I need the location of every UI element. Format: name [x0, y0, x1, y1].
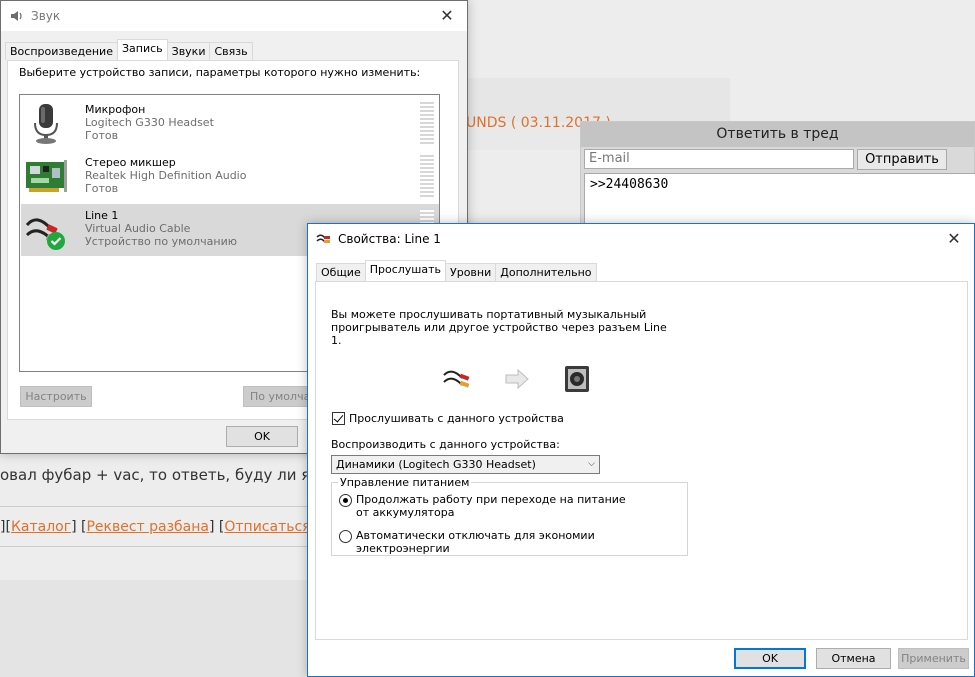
tab-recording[interactable]: Запись	[116, 39, 168, 60]
catalog-link[interactable]: Каталог	[11, 519, 71, 535]
device-driver: Realtek High Definition Audio	[85, 169, 247, 182]
send-button[interactable]: Отправить	[857, 149, 947, 170]
listen-flow-illustration	[443, 366, 589, 392]
listen-description: Вы можете прослушивать портативный музык…	[331, 308, 667, 347]
prompt-text: Выберите устройство записи, параметры ко…	[19, 66, 421, 79]
listen-checkbox-label: Прослушивать с данного устройства	[349, 412, 564, 425]
list-item[interactable]: Стерео микшер Realtek High Definition Au…	[21, 151, 439, 203]
tab-general[interactable]: Общие	[316, 263, 366, 281]
playback-device-value: Динамики (Logitech G330 Headset)	[336, 458, 536, 471]
audio-cable-icon	[25, 218, 65, 250]
speaker-device-icon	[565, 366, 589, 392]
email-field[interactable]: E-mail	[584, 149, 854, 169]
tab-playback[interactable]: Воспроизведение	[5, 42, 118, 60]
chevron-down-icon: ⌵	[588, 459, 595, 469]
tab-listen[interactable]: Прослушать	[364, 260, 447, 281]
playback-device-label: Воспроизводить с данного устройства:	[331, 438, 560, 451]
power-option-label: Автоматически отключать для экономии эле…	[356, 529, 595, 555]
reply-form: Ответить в тред E-mail Отправить >>24408…	[580, 121, 975, 231]
device-status: Готов	[85, 182, 119, 195]
device-name: Стерео микшер	[85, 156, 176, 169]
microphone-icon	[34, 104, 58, 144]
level-meter	[420, 155, 434, 199]
power-option-label: Продолжать работу при переходе на питани…	[356, 493, 626, 519]
cancel-button[interactable]: Отмена	[816, 648, 891, 669]
sound-card-icon	[26, 160, 67, 192]
window-title: Свойства: Line 1	[338, 232, 441, 246]
title-bar[interactable]: Звук ✕	[1, 1, 467, 31]
title-bar[interactable]: Свойства: Line 1 ✕	[308, 224, 974, 254]
listen-checkbox[interactable]	[332, 412, 345, 425]
post-text: овал фубар + vac, то ответь, буду ли я с…	[0, 466, 333, 484]
post-divider	[0, 546, 320, 547]
ok-button[interactable]: OK	[226, 426, 298, 447]
tab-advanced[interactable]: Дополнительно	[495, 263, 597, 281]
window-title: Звук	[31, 9, 61, 23]
radio-button[interactable]	[339, 530, 352, 543]
device-name: Микрофон	[85, 103, 146, 116]
listen-panel: Вы можете прослушивать портативный музык…	[315, 281, 968, 640]
arrow-right-icon	[505, 368, 529, 390]
reply-form-title: Ответить в тред	[581, 122, 974, 147]
apply-button[interactable]: Применить	[898, 648, 969, 669]
thread-links: ][Каталог] [Реквест разбана] [Отписаться…	[0, 519, 345, 535]
tab-communications[interactable]: Связь	[209, 42, 253, 60]
listen-checkbox-row[interactable]: Прослушивать с данного устройства	[332, 412, 564, 425]
list-item[interactable]: Микрофон Logitech G330 Headset Готов	[21, 98, 439, 150]
close-icon[interactable]: ✕	[934, 224, 974, 254]
audio-cable-icon	[316, 234, 330, 243]
device-status: Устройство по умолчанию	[85, 235, 238, 248]
power-option-continue[interactable]: Продолжать работу при переходе на питани…	[339, 493, 639, 519]
tab-strip: Воспроизведение Запись Звуки Связь	[5, 39, 253, 60]
device-driver: Logitech G330 Headset	[85, 116, 214, 129]
device-driver: Virtual Audio Cable	[85, 222, 191, 235]
power-group-label: Управление питанием	[338, 476, 472, 489]
tab-levels[interactable]: Уровни	[445, 263, 497, 281]
device-name: Line 1	[85, 209, 119, 222]
message-textarea[interactable]: >>24408630	[584, 173, 975, 230]
page-lower-area	[0, 580, 320, 677]
tab-sounds[interactable]: Звуки	[166, 42, 211, 60]
unban-request-link[interactable]: Реквест разбана	[86, 519, 209, 535]
speaker-icon	[11, 11, 22, 21]
close-icon[interactable]: ✕	[427, 1, 467, 31]
tab-strip: Общие Прослушать Уровни Дополнительно	[316, 260, 597, 281]
playback-device-select[interactable]: Динамики (Logitech G330 Headset) ⌵	[331, 455, 600, 474]
power-management-group: Управление питанием Продолжать работу пр…	[331, 476, 688, 556]
configure-button[interactable]: Настроить	[20, 386, 92, 407]
post-divider	[0, 506, 320, 507]
ok-button[interactable]: OK	[734, 648, 806, 669]
radio-button[interactable]	[339, 494, 352, 507]
line-properties-dialog: Свойства: Line 1 ✕ Общие Прослушать Уров…	[307, 223, 975, 677]
audio-cable-icon	[443, 370, 470, 388]
power-option-auto-disable[interactable]: Автоматически отключать для экономии эле…	[339, 529, 679, 555]
device-status: Готов	[85, 129, 119, 142]
level-meter	[420, 102, 434, 146]
